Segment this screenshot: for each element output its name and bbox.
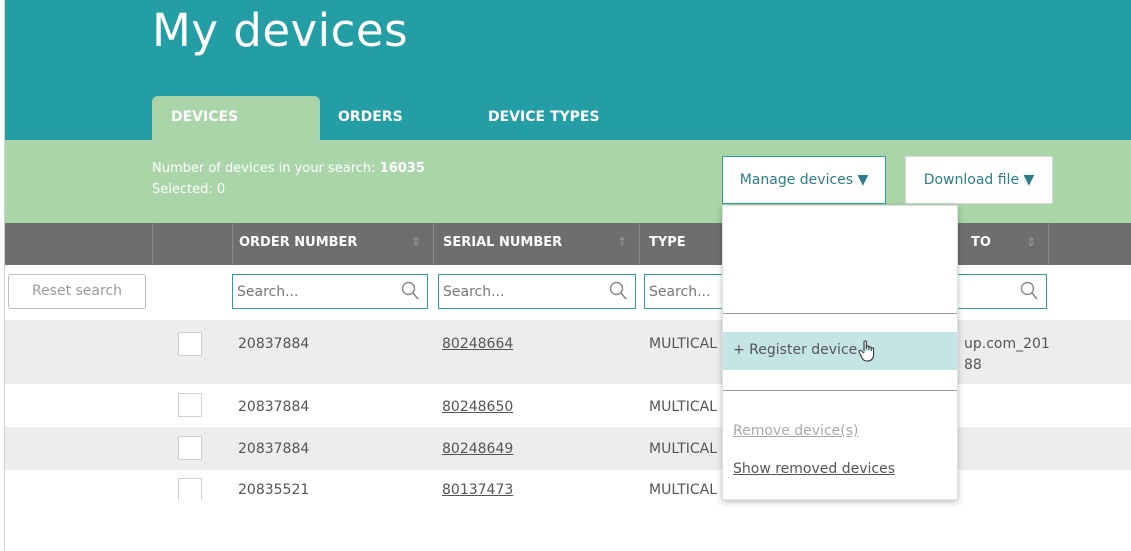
- order-number-cell: 20837884: [238, 441, 310, 457]
- device-count-text: Number of devices in your search: 16035: [152, 161, 425, 176]
- column-header-bar: ORDER NUMBER ⇕ SERIAL NUMBER ↑ TYPE TO ⇕: [5, 223, 1131, 265]
- row-checkbox[interactable]: [178, 332, 202, 356]
- table-row: 20835521 80137473 MULTICAL: [5, 470, 1131, 500]
- row-checkbox[interactable]: [178, 478, 202, 500]
- serial-number-link[interactable]: 80248664: [442, 336, 513, 352]
- tab-device-types[interactable]: DEVICE TYPES: [488, 96, 648, 140]
- row-checkbox[interactable]: [178, 393, 202, 417]
- search-icon[interactable]: [1020, 281, 1038, 301]
- type-cell: MULTICAL: [649, 399, 718, 415]
- manage-devices-menu: + Register device Remove device(s) Show …: [722, 205, 958, 500]
- serial-number-link[interactable]: 80248649: [442, 441, 513, 457]
- type-cell: MULTICAL: [649, 441, 718, 457]
- sort-icon[interactable]: ⇕: [1026, 235, 1036, 249]
- menu-divider: [723, 313, 957, 314]
- hand-pointer-icon: [858, 340, 875, 362]
- column-divider: [433, 223, 434, 265]
- serial-number-link[interactable]: 80137473: [442, 482, 513, 498]
- sort-ascending-icon[interactable]: ↑: [617, 235, 627, 249]
- table-row: 20837884 80248650 MULTICAL: [5, 384, 1131, 427]
- extra-cell: up.com_201: [964, 336, 1050, 352]
- order-number-search-input[interactable]: Search...: [232, 274, 428, 309]
- order-number-cell: 20837884: [238, 399, 310, 415]
- type-cell: MULTICAL: [649, 336, 718, 352]
- column-divider: [152, 223, 153, 265]
- search-icon[interactable]: [401, 281, 419, 301]
- column-divider: [1048, 223, 1049, 265]
- last-column-search-input[interactable]: [955, 274, 1047, 309]
- tab-devices[interactable]: DEVICES: [152, 96, 320, 140]
- menu-divider: [723, 390, 957, 391]
- search-icon[interactable]: [609, 281, 627, 301]
- app-frame: My devices DEVICES ORDERS DEVICE TYPES N…: [4, 0, 1131, 551]
- device-count-label: Number of devices in your search:: [152, 161, 380, 176]
- order-number-cell: 20835521: [238, 482, 310, 498]
- column-header-last[interactable]: TO: [971, 223, 991, 265]
- serial-number-link[interactable]: 80248650: [442, 399, 513, 415]
- column-header-serial-number[interactable]: SERIAL NUMBER: [443, 223, 562, 265]
- show-removed-devices-menu-item[interactable]: Show removed devices: [723, 461, 957, 477]
- download-file-button[interactable]: Download file ▼: [905, 156, 1053, 204]
- extra-cell: 88: [964, 357, 982, 373]
- tab-orders[interactable]: ORDERS: [320, 96, 488, 140]
- selected-count: Selected: 0: [152, 182, 226, 197]
- page-title: My devices: [152, 4, 409, 57]
- order-number-cell: 20837884: [238, 336, 310, 352]
- type-search-input[interactable]: Search...: [644, 274, 724, 309]
- serial-number-search-input[interactable]: Search...: [438, 274, 636, 309]
- tab-bar: DEVICES ORDERS DEVICE TYPES: [152, 96, 648, 140]
- register-device-label: + Register device: [733, 342, 858, 358]
- summary-band: Number of devices in your search: 16035 …: [5, 140, 1131, 223]
- column-divider: [232, 223, 233, 265]
- table-row: 20837884 80248664 MULTICAL up.com_201 88: [5, 320, 1131, 384]
- sort-icon[interactable]: ⇕: [411, 235, 421, 249]
- search-placeholder: Search...: [237, 284, 299, 300]
- register-device-menu-item[interactable]: + Register device: [723, 332, 957, 370]
- search-placeholder: Search...: [443, 284, 505, 300]
- search-placeholder: Search...: [649, 284, 711, 300]
- column-header-order-number[interactable]: ORDER NUMBER: [239, 223, 357, 265]
- manage-devices-button[interactable]: Manage devices ▼: [722, 156, 886, 204]
- column-divider: [639, 223, 640, 265]
- table-row: 20837884 80248649 MULTICAL: [5, 427, 1131, 470]
- type-cell: MULTICAL: [649, 482, 718, 498]
- column-header-type[interactable]: TYPE: [649, 223, 686, 265]
- page-header: My devices DEVICES ORDERS DEVICE TYPES: [5, 0, 1131, 140]
- row-checkbox[interactable]: [178, 436, 202, 460]
- remove-devices-menu-item[interactable]: Remove device(s): [723, 423, 957, 439]
- device-count-value: 16035: [379, 161, 425, 176]
- reset-search-button[interactable]: Reset search: [8, 274, 146, 309]
